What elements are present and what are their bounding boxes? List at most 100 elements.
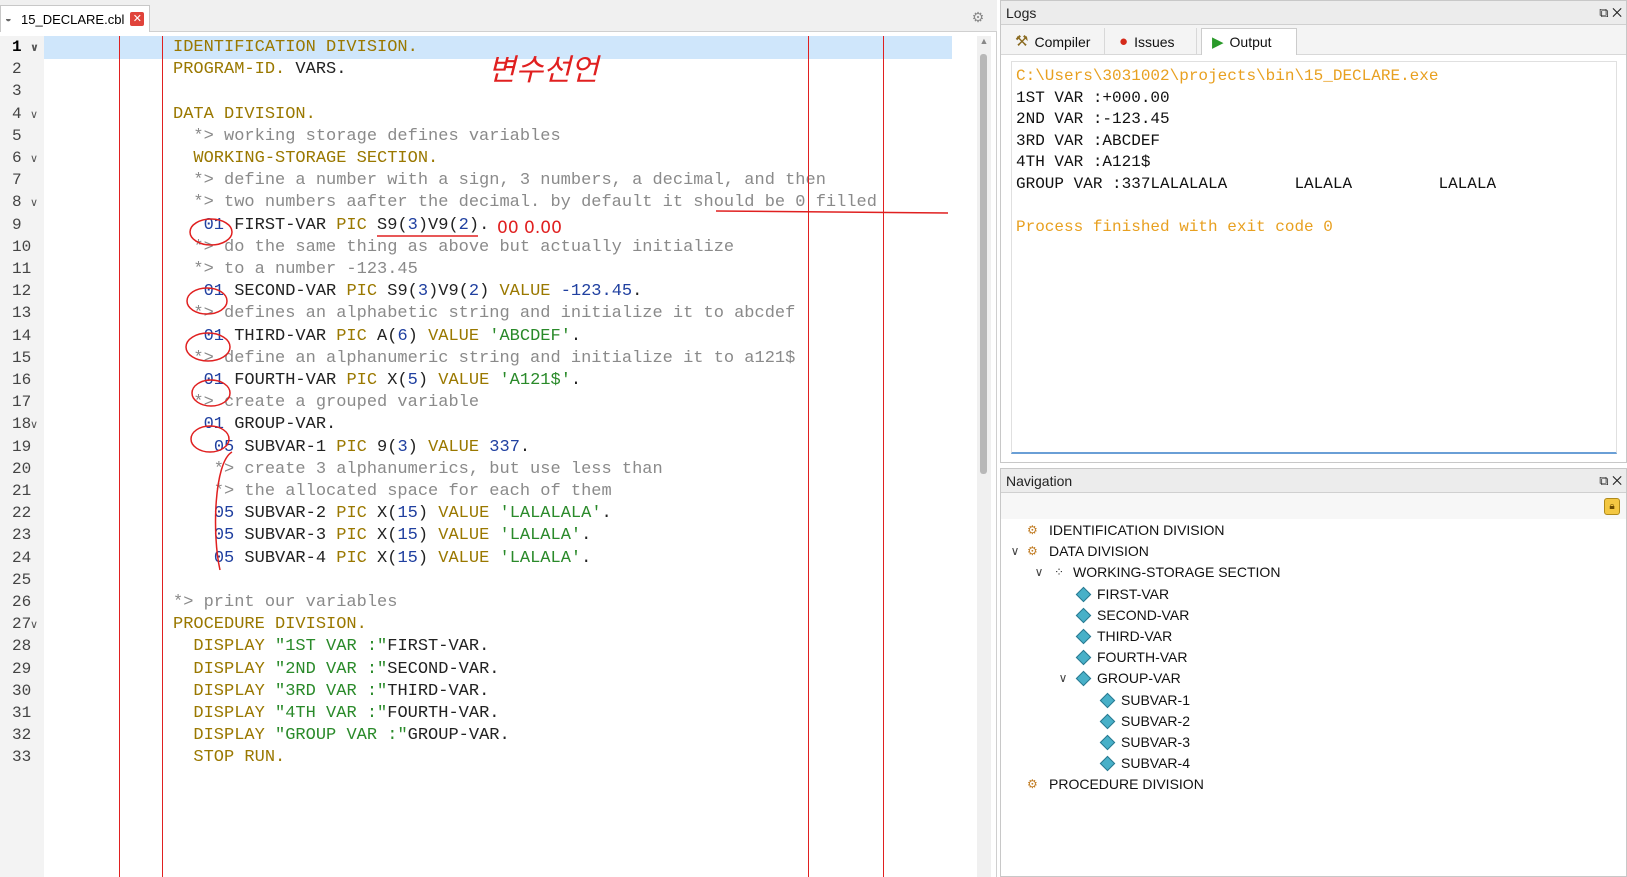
tree-item-label: SUBVAR-1 (1121, 691, 1190, 708)
panel-controls[interactable]: ⧉ ✕ (1599, 1, 1622, 25)
code-line[interactable]: 05 SUBVAR-3 PIC X(15) VALUE 'LALALA'. (44, 524, 968, 547)
scroll-up-icon[interactable]: ▲ (979, 36, 989, 48)
editor-tab[interactable]: ◒ 15_DECLARE.cbl ✕ (0, 5, 150, 32)
code-line[interactable] (44, 80, 968, 103)
code-line[interactable]: *> define an alphanumeric string and ini… (44, 347, 968, 370)
tree-item[interactable]: ⚙ PROCEDURE DIVISION (1009, 773, 1204, 795)
code-line[interactable]: 01 THIRD-VAR PIC A(6) VALUE 'ABCDEF'. (44, 325, 968, 348)
tree-item[interactable]: FOURTH-VAR (1057, 646, 1187, 668)
code-token: 01 (203, 326, 225, 346)
fold-toggle-icon[interactable]: ∨ (30, 147, 38, 170)
code-token: SUBVAR-4 (234, 548, 337, 568)
expand-toggle-icon[interactable]: ∨ (1033, 565, 1045, 579)
tree-item[interactable]: ∨ ⚙ DATA DIVISION (1009, 540, 1149, 562)
code-token: VARS. (285, 60, 347, 80)
code-line[interactable]: 01 FOURTH-VAR PIC X(5) VALUE 'A121$'. (44, 369, 968, 392)
code-line[interactable]: *> print our variables (44, 591, 968, 614)
tree-item[interactable]: FIRST-VAR (1057, 583, 1169, 605)
code-line[interactable]: DISPLAY "2ND VAR :"SECOND-VAR. (44, 658, 968, 681)
settings-icon[interactable]: ⚙ (969, 8, 987, 26)
code-token: 'ABCDEF' (489, 326, 571, 346)
code-line[interactable]: *> do the same thing as above but actual… (44, 236, 968, 259)
variable-icon (1099, 734, 1116, 751)
code-line[interactable]: 05 SUBVAR-4 PIC X(15) VALUE 'LALALA'. (44, 547, 968, 570)
tree-item[interactable]: THIRD-VAR (1057, 625, 1172, 647)
expand-toggle-icon[interactable]: ∨ (1057, 671, 1069, 685)
tree-item[interactable]: ∨ ⁘ WORKING-STORAGE SECTION (1033, 561, 1281, 583)
code-line[interactable]: DISPLAY "4TH VAR :"FOURTH-VAR. (44, 702, 968, 725)
tree-item[interactable]: SUBVAR-2 (1081, 710, 1190, 732)
line-number: 30 (12, 681, 32, 700)
output-console[interactable]: C:\Users\3031002\projects\bin\15_DECLARE… (1011, 61, 1617, 454)
code-line[interactable]: 01 GROUP-VAR. (44, 413, 968, 436)
code-area[interactable]: IDENTIFICATION DIVISION. PROGRAM-ID. VARS… (44, 36, 968, 877)
tree-item[interactable]: SUBVAR-4 (1081, 752, 1190, 774)
close-icon[interactable]: ✕ (130, 12, 145, 26)
editor-scrollbar-thumb[interactable] (980, 54, 987, 474)
code-line[interactable]: *> working storage defines variables (44, 125, 968, 148)
code-line[interactable]: *> defines an alphabetic string and init… (44, 302, 968, 325)
line-number: 32 (12, 726, 32, 745)
code-token: *> the allocated space for each of them (173, 482, 612, 501)
logs-title: Logs (1006, 5, 1037, 21)
fold-toggle-icon[interactable]: ∨ (30, 413, 38, 436)
code-line[interactable]: 01 FIRST-VAR PIC S9(3)V9(2). (44, 214, 968, 237)
code-line[interactable]: *> to a number -123.45 (44, 258, 968, 281)
lock-icon[interactable]: 🔒︎ (1604, 498, 1620, 515)
expand-toggle-icon[interactable]: ∨ (1009, 544, 1021, 558)
fold-toggle-icon[interactable]: ∨ (30, 36, 39, 59)
code-line[interactable]: DISPLAY "3RD VAR :"THIRD-VAR. (44, 680, 968, 703)
code-line[interactable]: DATA DIVISION. (44, 103, 968, 126)
code-line[interactable]: 01 SECOND-VAR PIC S9(3)V9(2) VALUE -123.… (44, 280, 968, 303)
tree-item[interactable]: SECOND-VAR (1057, 604, 1189, 626)
tree-item-label: FIRST-VAR (1097, 585, 1170, 602)
tab-compiler[interactable]: ⚒ Compiler (1005, 28, 1105, 55)
code-token: *> do the same thing as above but actual… (173, 237, 735, 257)
tree-item[interactable]: ⚙ IDENTIFICATION DIVISION (1009, 519, 1225, 541)
code-token: -123.45 (560, 282, 633, 302)
code-line[interactable]: 05 SUBVAR-1 PIC 9(3) VALUE 337. (44, 436, 968, 459)
fold-toggle-icon[interactable]: ∨ (30, 103, 38, 126)
line-number: 17 (12, 393, 32, 412)
code-line[interactable]: *> define a number with a sign, 3 number… (44, 169, 968, 192)
code-token: 15 (397, 504, 418, 524)
code-token: ) (417, 548, 439, 568)
code-token: X( (366, 548, 398, 568)
editor-scrollbar[interactable]: ▲ (977, 36, 991, 877)
code-line[interactable] (44, 569, 968, 592)
code-line[interactable]: STOP RUN. (44, 746, 968, 769)
code-line[interactable]: WORKING-STORAGE SECTION. (44, 147, 968, 170)
code-line[interactable]: DISPLAY "1ST VAR :"FIRST-VAR. (44, 635, 968, 658)
code-token: . (570, 326, 582, 346)
variable-icon (1099, 755, 1116, 772)
code-line[interactable]: *> create 3 alphanumerics, but use less … (44, 458, 968, 481)
variable-icon (1075, 586, 1092, 602)
tab-output[interactable]: ▶ Output (1201, 28, 1297, 55)
code-line[interactable]: *> two numbers aafter the decimal. by de… (44, 191, 968, 214)
output-line: 3RD VAR :ABCDEF (1016, 131, 1161, 150)
code-token: . (581, 548, 592, 568)
code-line[interactable]: DISPLAY "GROUP VAR :"GROUP-VAR. (44, 724, 968, 747)
tab-issues[interactable]: ● Issues (1109, 28, 1197, 55)
code-line[interactable]: IDENTIFICATION DIVISION. (44, 36, 952, 59)
division-icon: ⚙ (1027, 523, 1038, 537)
code-editor[interactable]: ◒ 15_DECLARE.cbl ✕ ⚙ 1 ∨ 2 3 4 ∨ 5 6 ∨ 7 8 ∨ 9 10 11 12… (0, 0, 997, 877)
code-line[interactable]: *> create a grouped variable (44, 391, 968, 414)
code-line[interactable]: PROGRAM-ID. VARS. (44, 58, 968, 81)
code-line[interactable]: 05 SUBVAR-2 PIC X(15) VALUE 'LALALALA'. (44, 502, 968, 525)
code-token: 15 (397, 548, 418, 568)
fold-toggle-icon[interactable]: ∨ (30, 613, 38, 636)
output-line: C:\Users\3031002\projects\bin\15_DECLARE… (1016, 67, 1439, 85)
tree-item[interactable]: SUBVAR-3 (1081, 731, 1190, 753)
panel-controls[interactable]: ⧉ ✕ (1599, 469, 1622, 493)
variable-icon (1099, 692, 1116, 708)
code-token: PIC (336, 215, 367, 235)
fold-toggle-icon[interactable]: ∨ (30, 191, 38, 214)
code-line[interactable]: *> the allocated space for each of them (44, 480, 968, 503)
tree-item[interactable]: SUBVAR-1 (1081, 689, 1190, 711)
tree-item[interactable]: ∨ GROUP-VAR (1057, 667, 1181, 689)
line-number: 21 (12, 482, 32, 500)
code-line[interactable]: PROCEDURE DIVISION. (44, 613, 968, 636)
